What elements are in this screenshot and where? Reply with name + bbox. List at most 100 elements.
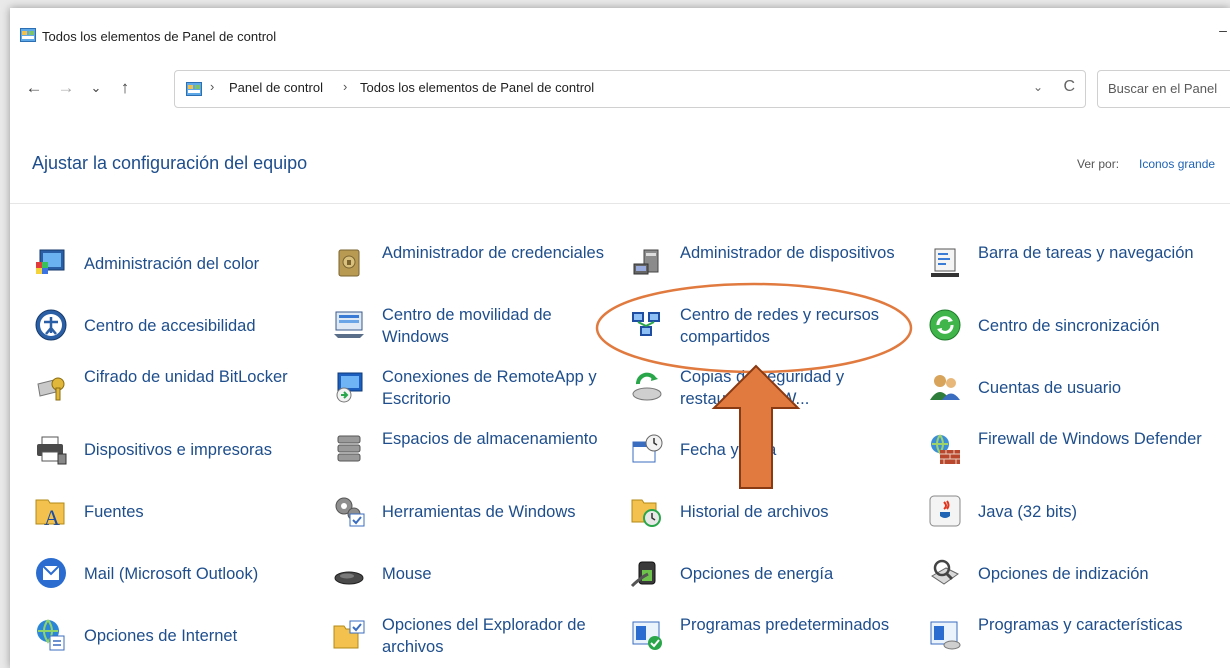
refresh-button[interactable]: C (1063, 78, 1075, 96)
accessibility-icon (35, 309, 67, 341)
bitlocker-icon (37, 377, 65, 401)
firewall-icon (931, 434, 960, 464)
control-panel-icon (20, 28, 36, 42)
item-accessibility[interactable]: Centro de accesibilidad (34, 296, 304, 356)
item-remoteapp[interactable]: Conexiones de RemoteApp y Escritorio (332, 358, 622, 418)
item-label: Copias de seguridad y restauración (W... (680, 368, 845, 408)
windows-tools-icon (335, 497, 365, 527)
programs-features-icon (930, 621, 961, 650)
item-mouse[interactable]: Mouse (332, 544, 612, 604)
item-label: Conexiones de RemoteApp y Escritorio (382, 368, 597, 408)
recent-locations-button[interactable]: ⌄ (84, 76, 108, 100)
user-accounts-icon (930, 375, 960, 400)
mouse-icon (334, 571, 364, 585)
storage-spaces-icon (337, 435, 361, 462)
view-by-dropdown[interactable]: Iconos grande (1139, 157, 1215, 171)
item-label: Opciones de energía (680, 565, 834, 583)
page-heading: Ajustar la configuración del equipo (32, 153, 308, 173)
up-button[interactable]: ↑ (113, 76, 137, 100)
item-file-history[interactable]: Historial de archivos (630, 482, 910, 542)
network-center-icon (632, 312, 660, 336)
window-title: Todos los elementos de Panel de control (42, 29, 277, 44)
item-label: Opciones del Explorador de archivos (382, 616, 586, 656)
file-history-icon (631, 499, 661, 527)
address-dropdown-button[interactable]: ⌄ (1033, 80, 1043, 94)
item-windows-tools[interactable]: Herramientas de Windows (332, 482, 622, 542)
item-credential-manager[interactable]: Administrador de credenciales (332, 234, 612, 294)
item-label: Fuentes (84, 503, 144, 521)
item-storage-spaces[interactable]: Espacios de almacenamiento (332, 420, 612, 480)
item-label: Administrador de credenciales (382, 244, 604, 262)
item-taskbar[interactable]: Barra de tareas y navegación (928, 234, 1218, 294)
item-label: Dispositivos e impresoras (84, 441, 272, 459)
item-label: Programas y características (978, 616, 1183, 634)
item-mail[interactable]: Mail (Microsoft Outlook) (34, 544, 314, 604)
item-label: Herramientas de Windows (382, 503, 576, 521)
item-label: Fecha y hora (680, 441, 777, 459)
forward-button[interactable]: → (54, 76, 78, 100)
item-fonts[interactable]: A Fuentes (34, 482, 304, 542)
remoteapp-icon (336, 372, 363, 403)
navigation-bar: ← → ⌄ ↑ › Panel de control › Todos los e… (10, 64, 1230, 112)
item-user-accounts[interactable]: Cuentas de usuario (928, 358, 1218, 418)
view-by-label: Ver por: (1077, 157, 1120, 171)
breadcrumb-all-items[interactable]: Todos los elementos de Panel de control (360, 80, 594, 95)
java-icon (929, 495, 961, 527)
item-default-programs[interactable]: Programas predeterminados (630, 606, 920, 666)
mail-icon (36, 558, 66, 588)
breadcrumb-separator: › (210, 79, 215, 94)
item-java[interactable]: Java (32 bits) (928, 482, 1208, 542)
item-programs-features[interactable]: Programas y características (928, 606, 1218, 666)
sync-center-icon (929, 309, 961, 341)
search-input[interactable]: Buscar en el Panel (1108, 81, 1217, 96)
item-date-time[interactable]: Fecha y hora (630, 420, 910, 480)
item-devices-printers[interactable]: Dispositivos e impresoras (34, 420, 314, 480)
breadcrumb-control-panel[interactable]: Panel de control (229, 80, 323, 95)
item-label: Opciones de Internet (84, 627, 238, 645)
item-sync-center[interactable]: Centro de sincronización (928, 296, 1228, 356)
item-power-options[interactable]: Opciones de energía (630, 544, 910, 604)
item-explorer-options[interactable]: Opciones del Explorador de archivos (332, 606, 622, 666)
item-label: Administrador de dispositivos (680, 244, 895, 262)
backup-icon (632, 372, 662, 401)
minimize-button[interactable]: – (1216, 22, 1230, 42)
item-label: Centro de accesibilidad (84, 317, 256, 335)
item-label: Cuentas de usuario (978, 379, 1122, 397)
item-label: Centro de sincronización (978, 317, 1160, 335)
item-label: Mouse (382, 565, 432, 583)
item-bitlocker[interactable]: Cifrado de unidad BitLocker (34, 358, 304, 418)
power-options-icon (630, 561, 656, 588)
item-label: Cifrado de unidad BitLocker (84, 368, 288, 386)
default-programs-icon (632, 621, 662, 650)
item-firewall[interactable]: Firewall de Windows Defender (928, 420, 1218, 480)
back-button[interactable]: ← (22, 76, 46, 100)
internet-options-icon (37, 619, 65, 651)
item-device-manager[interactable]: Administrador de dispositivos (630, 234, 910, 294)
item-indexing-options[interactable]: Opciones de indización (928, 544, 1218, 604)
color-management-icon (36, 249, 65, 274)
credential-manager-icon (338, 249, 360, 277)
item-label: Administración del color (84, 255, 260, 273)
mobility-center-icon (334, 311, 364, 338)
item-label: Espacios de almacenamiento (382, 430, 598, 448)
printer-icon (37, 436, 67, 465)
item-label: Mail (Microsoft Outlook) (84, 565, 259, 583)
item-network-center[interactable]: Centro de redes y recursos compartidos (630, 296, 920, 356)
item-label: Java (32 bits) (978, 503, 1078, 521)
item-label: Barra de tareas y navegación (978, 244, 1194, 262)
item-label: Opciones de indización (978, 565, 1149, 583)
item-color-management[interactable]: Administración del color (34, 234, 304, 294)
item-backup[interactable]: Copias de seguridad y restauración (W... (630, 358, 920, 418)
device-manager-icon (633, 249, 659, 275)
search-box[interactable]: Buscar en el Panel (1097, 70, 1230, 108)
item-label: Centro de redes y recursos compartidos (680, 306, 880, 346)
taskbar-icon (931, 248, 959, 277)
item-label: Programas predeterminados (680, 616, 890, 634)
item-label: Firewall de Windows Defender (978, 430, 1202, 448)
fonts-icon: A (35, 499, 65, 528)
item-label: Historial de archivos (680, 503, 829, 521)
item-mobility-center[interactable]: Centro de movilidad de Windows (332, 296, 612, 356)
item-internet-options[interactable]: Opciones de Internet (34, 606, 314, 666)
date-time-icon (632, 434, 663, 463)
address-bar[interactable]: › Panel de control › Todos los elementos… (174, 70, 1086, 108)
